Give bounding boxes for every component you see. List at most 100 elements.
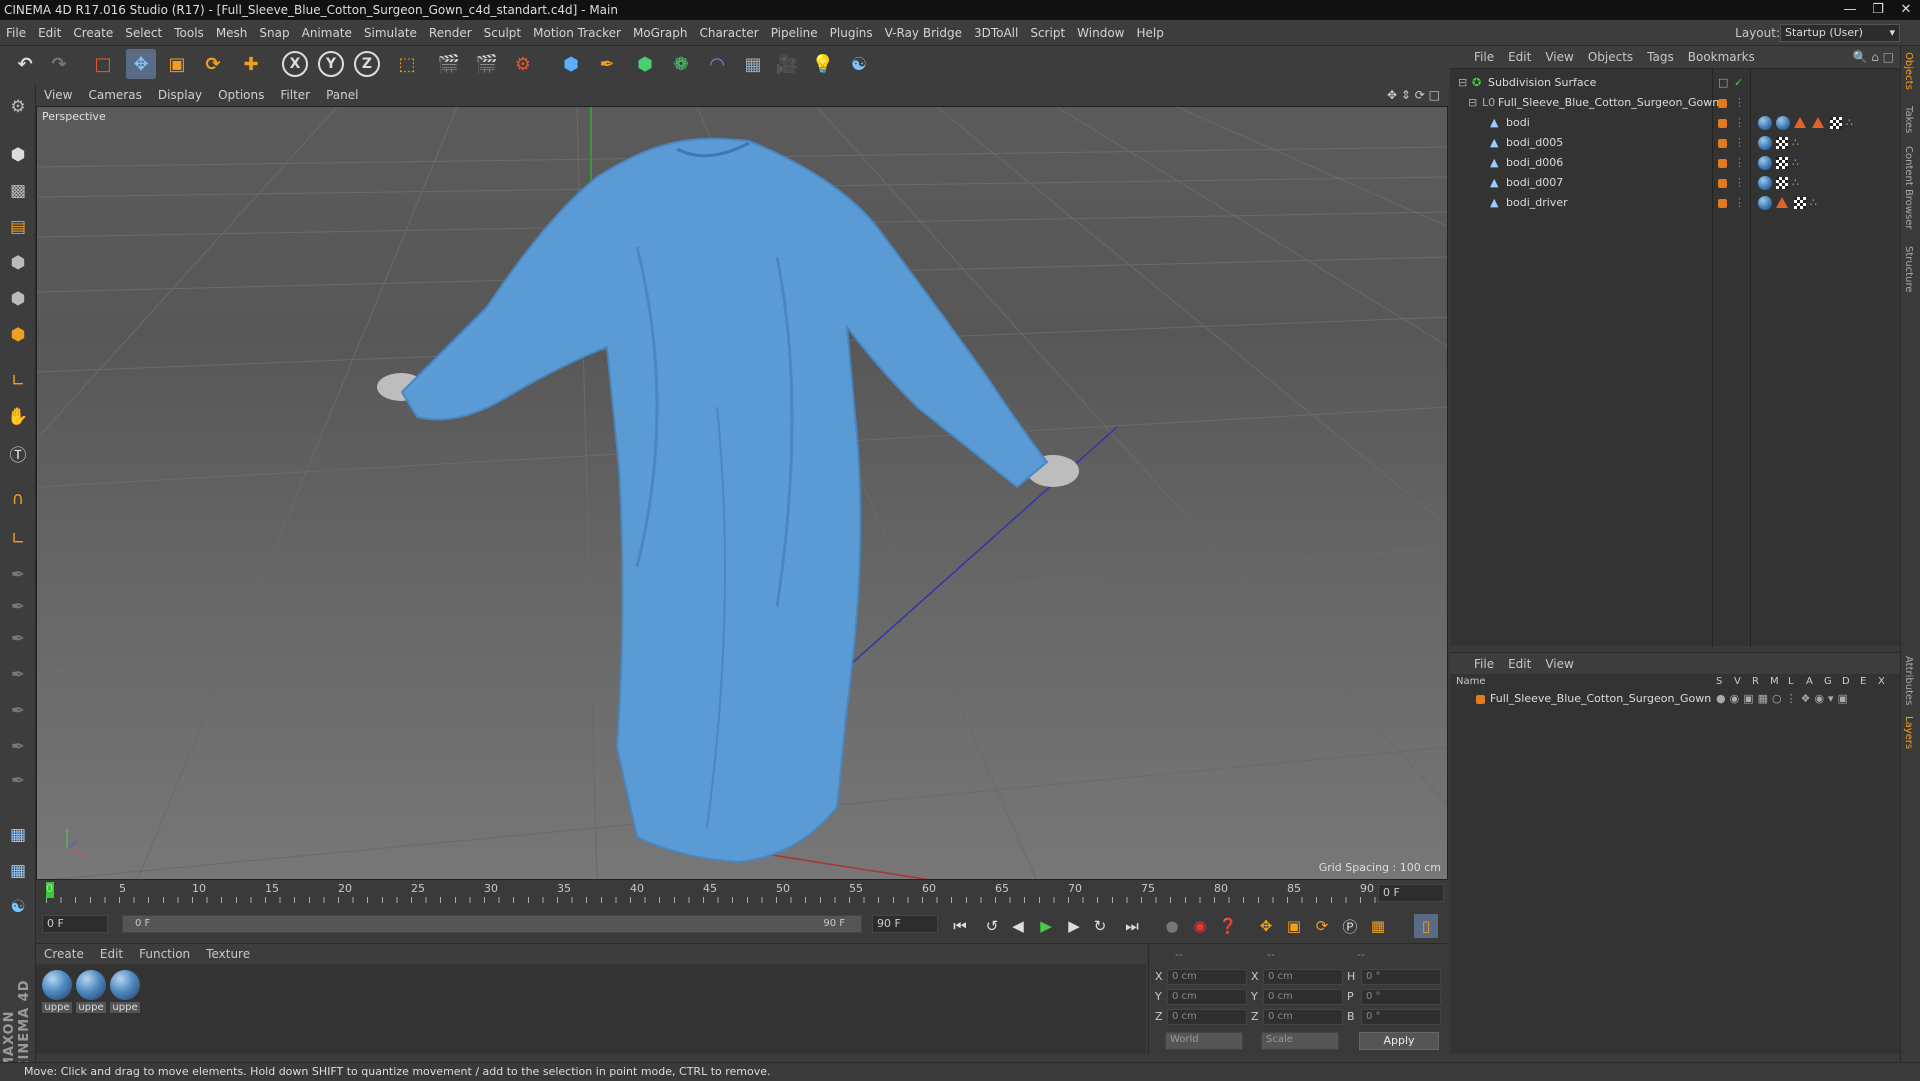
python-icon[interactable]: ☯ bbox=[844, 49, 874, 79]
phong-tag-icon[interactable] bbox=[1794, 117, 1806, 128]
undo-icon[interactable]: ↶ bbox=[10, 49, 40, 79]
position-x-field[interactable]: 0 cm bbox=[1167, 969, 1247, 985]
material-tag-icon[interactable] bbox=[1758, 156, 1772, 170]
object-row[interactable]: ▲ bodi_d006 ⋮ ∴ bbox=[1450, 153, 1900, 173]
object-row[interactable]: ⊟ ✪ Subdivision Surface □ ✓ bbox=[1450, 73, 1900, 93]
layer-color-swatch[interactable] bbox=[1718, 179, 1727, 188]
menu-snap[interactable]: Snap bbox=[253, 20, 295, 46]
close-button[interactable]: ✕ bbox=[1892, 0, 1920, 20]
enabled-check-icon[interactable]: ✓ bbox=[1734, 73, 1743, 93]
tab-objects[interactable]: Objects bbox=[1903, 52, 1914, 90]
material-tag-icon[interactable] bbox=[1758, 196, 1772, 210]
phong-tag-icon[interactable] bbox=[1812, 117, 1824, 128]
layer-color-swatch[interactable] bbox=[1718, 119, 1727, 128]
coordinate-system-icon[interactable]: ⬚ bbox=[392, 49, 422, 79]
move-tool-icon[interactable]: ✥ bbox=[126, 49, 156, 79]
tab-takes[interactable]: Takes bbox=[1903, 106, 1914, 133]
grid-settings-icon[interactable]: ▦ bbox=[3, 856, 33, 886]
menu-script[interactable]: Script bbox=[1024, 20, 1071, 46]
selection-tag-icon[interactable]: ∴ bbox=[1792, 173, 1799, 193]
texture-mode-icon[interactable]: ▩ bbox=[3, 176, 33, 206]
spline-pen-icon[interactable]: ✒ bbox=[592, 49, 622, 79]
viewport-menu-display[interactable]: Display bbox=[150, 84, 210, 106]
model-mode-icon[interactable]: ⬢ bbox=[3, 140, 33, 170]
material-tag-icon[interactable] bbox=[1758, 116, 1772, 130]
render-picture-viewer-icon[interactable]: 🎬 bbox=[472, 49, 502, 79]
layer-menu-file[interactable]: File bbox=[1450, 653, 1501, 675]
rotation-h-field[interactable]: 0 ° bbox=[1361, 969, 1441, 985]
record-keys-icon[interactable]: ● bbox=[1160, 914, 1184, 938]
viewport-perspective[interactable]: Perspective Grid Spacing : 100 cm bbox=[36, 106, 1448, 880]
visibility-dots-icon[interactable]: ⋮ bbox=[1734, 133, 1745, 153]
material-menu-texture[interactable]: Texture bbox=[198, 944, 258, 964]
weld-tool-icon[interactable]: ✒ bbox=[3, 766, 33, 796]
key-position-icon[interactable]: ✥ bbox=[1254, 914, 1278, 938]
menu-3dtoall[interactable]: 3DToAll bbox=[968, 20, 1024, 46]
viewport-nav-icons[interactable]: ✥ ⇕ ⟳ □ bbox=[1387, 84, 1440, 106]
uvw-tag-icon[interactable] bbox=[1794, 197, 1806, 209]
menu-render[interactable]: Render bbox=[423, 20, 478, 46]
layer-color-swatch[interactable] bbox=[1718, 99, 1727, 108]
position-y-field[interactable]: 0 cm bbox=[1167, 989, 1247, 1005]
menu-mograph[interactable]: MoGraph bbox=[627, 20, 694, 46]
magnet-icon[interactable]: ∩ bbox=[3, 484, 33, 514]
position-z-field[interactable]: 0 cm bbox=[1167, 1009, 1247, 1025]
visibility-dots-icon[interactable]: ⋮ bbox=[1734, 173, 1745, 193]
axis-mode-icon[interactable]: ∟ bbox=[3, 366, 33, 396]
object-row[interactable]: ▲ bodi_d007 ⋮ ∴ bbox=[1450, 173, 1900, 193]
viewport-menu-view[interactable]: View bbox=[36, 84, 80, 106]
next-key-icon[interactable]: ↻ bbox=[1088, 914, 1112, 938]
rotation-p-field[interactable]: 0 ° bbox=[1361, 989, 1441, 1005]
edges-mode-icon[interactable]: ⬢ bbox=[3, 284, 33, 314]
knife-tool-icon[interactable]: ✒ bbox=[3, 592, 33, 622]
timeline-layout-icon[interactable]: ▯ bbox=[1414, 914, 1438, 938]
light-icon[interactable]: 💡 bbox=[808, 49, 838, 79]
step-forward-icon[interactable]: ▶ bbox=[1062, 914, 1086, 938]
collapse-icon[interactable]: ⊟ bbox=[1458, 73, 1467, 93]
menu-animate[interactable]: Animate bbox=[296, 20, 358, 46]
layer-color-swatch[interactable] bbox=[1476, 695, 1485, 704]
cube-primitive-icon[interactable]: ⬢ bbox=[556, 49, 586, 79]
phong-tag-icon[interactable] bbox=[1776, 197, 1788, 208]
apply-button[interactable]: Apply bbox=[1359, 1032, 1439, 1050]
object-manager-search-icon[interactable]: 🔍 ⌂ □ bbox=[1852, 46, 1894, 68]
selection-tag-icon[interactable]: ∴ bbox=[1792, 153, 1799, 173]
coordinate-space-dropdown[interactable]: World bbox=[1165, 1032, 1243, 1050]
menu-vray-bridge[interactable]: V-Ray Bridge bbox=[879, 20, 968, 46]
object-menu-objects[interactable]: Objects bbox=[1581, 46, 1640, 68]
object-row[interactable]: ▲ bodi_d005 ⋮ ∴ bbox=[1450, 133, 1900, 153]
material-tag-icon[interactable] bbox=[1758, 136, 1772, 150]
viewport-menu-filter[interactable]: Filter bbox=[272, 84, 318, 106]
workplane-mode-icon[interactable]: ▤ bbox=[3, 212, 33, 242]
key-scale-icon[interactable]: ▣ bbox=[1282, 914, 1306, 938]
menu-simulate[interactable]: Simulate bbox=[358, 20, 423, 46]
minimize-button[interactable]: — bbox=[1836, 0, 1864, 20]
floor-scene-icon[interactable]: ▦ bbox=[738, 49, 768, 79]
material-menu-edit[interactable]: Edit bbox=[92, 944, 131, 964]
transform-tool-icon[interactable]: ✚ bbox=[236, 49, 266, 79]
previous-key-icon[interactable]: ↺ bbox=[980, 914, 1004, 938]
mograph-cloner-icon[interactable]: ❁ bbox=[666, 49, 696, 79]
visibility-dots-icon[interactable]: ⋮ bbox=[1734, 193, 1745, 213]
maximize-button[interactable]: ❐ bbox=[1864, 0, 1892, 20]
end-frame-field[interactable]: 90 F bbox=[872, 915, 938, 933]
material-menu-create[interactable]: Create bbox=[36, 944, 92, 964]
start-frame-field[interactable]: 0 F bbox=[42, 915, 108, 933]
play-icon[interactable]: ▶ bbox=[1034, 914, 1058, 938]
key-rotation-icon[interactable]: ⟳ bbox=[1310, 914, 1334, 938]
layer-row[interactable]: Full_Sleeve_Blue_Cotton_Surgeon_Gown ●◉▣… bbox=[1450, 690, 1900, 708]
selection-tag-icon[interactable]: ∴ bbox=[1846, 113, 1853, 133]
tab-layers[interactable]: Layers bbox=[1903, 716, 1914, 749]
size-z-field[interactable]: 0 cm bbox=[1263, 1009, 1343, 1025]
menu-plugins[interactable]: Plugins bbox=[824, 20, 879, 46]
menu-edit[interactable]: Edit bbox=[32, 20, 67, 46]
object-menu-view[interactable]: View bbox=[1538, 46, 1580, 68]
object-menu-edit[interactable]: Edit bbox=[1501, 46, 1538, 68]
subdivision-surface-icon[interactable]: ⬢ bbox=[630, 49, 660, 79]
rotation-b-field[interactable]: 0 ° bbox=[1361, 1009, 1441, 1025]
loop-tool-icon[interactable]: ✒ bbox=[3, 732, 33, 762]
menu-motion-tracker[interactable]: Motion Tracker bbox=[527, 20, 627, 46]
menu-create[interactable]: Create bbox=[67, 20, 119, 46]
collapse-icon[interactable]: ⊟ bbox=[1468, 93, 1477, 113]
layer-menu-edit[interactable]: Edit bbox=[1501, 653, 1538, 675]
